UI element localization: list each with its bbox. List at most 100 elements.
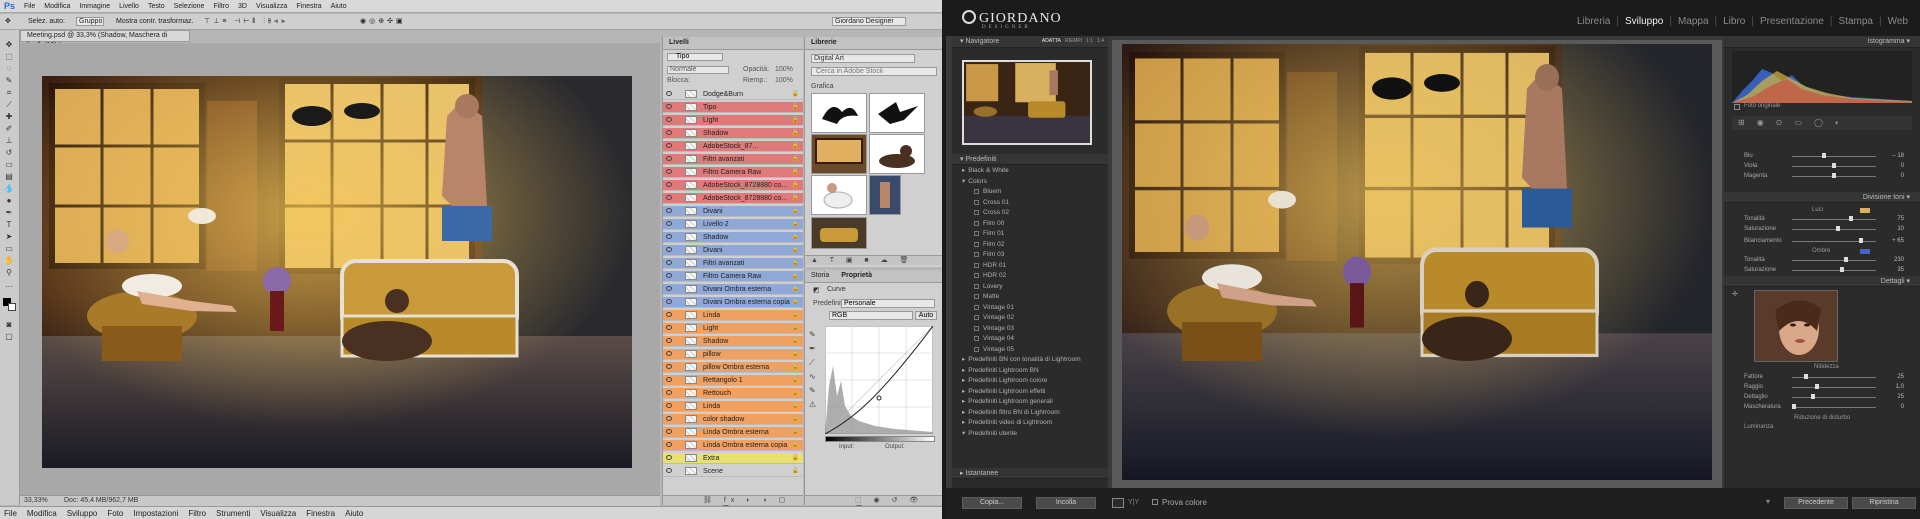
paste-button[interactable]: Incolla: [1036, 497, 1096, 509]
preset-item[interactable]: Film 02: [952, 240, 1004, 250]
layer-row[interactable]: pillow Ombra esterna 🔒: [663, 362, 803, 373]
library-item-windows[interactable]: [811, 134, 867, 174]
layer-row[interactable]: Filtri avanzati 🔒: [663, 154, 803, 165]
library-item-crow[interactable]: [869, 93, 925, 133]
original-photo-checkbox[interactable]: [1734, 104, 1740, 110]
eraser-icon[interactable]: ▭: [3, 160, 15, 170]
preset-arrow-icon[interactable]: ▸: [962, 419, 965, 426]
ps-menu-testo[interactable]: Testo: [148, 3, 165, 10]
document-tab[interactable]: Meeting.psd @ 33,3% (Shadow, Maschera di…: [20, 30, 190, 49]
bottom-menu-strumenti[interactable]: Strumenti: [216, 509, 250, 518]
preset-item[interactable]: Film 00: [952, 219, 1004, 229]
eye-icon[interactable]: [666, 468, 672, 473]
screen-mode-icon[interactable]: ▢: [3, 332, 15, 342]
layer-row[interactable]: Rettangolo 1 🔒: [663, 375, 803, 386]
eye-icon[interactable]: [666, 442, 672, 447]
layer-row[interactable]: Divani 🔒: [663, 245, 803, 256]
layer-row[interactable]: Linda Ombra esterna copia 🔒: [663, 440, 803, 451]
bottom-menu-sviluppo[interactable]: Sviluppo: [67, 509, 98, 518]
slider-value[interactable]: 0: [1901, 403, 1904, 411]
slider-knob[interactable]: [1811, 394, 1815, 399]
brush-tool-icon[interactable]: ✐: [3, 124, 15, 134]
slider-value[interactable]: – 18: [1892, 152, 1904, 160]
shape-tool-icon[interactable]: ▭: [3, 244, 15, 254]
preset-item[interactable]: ▸ Predefiniti video di Lightroom: [952, 418, 1052, 428]
layer-row[interactable]: Rettouch 🔒: [663, 388, 803, 399]
history-brush-icon[interactable]: ↺: [3, 148, 15, 158]
preset-item[interactable]: Bluem: [952, 187, 1001, 197]
snapshots-header[interactable]: ▸ Istantanee: [952, 468, 1108, 479]
preset-item[interactable]: Vintage 04: [952, 334, 1014, 344]
layer-row[interactable]: Divani 🔒: [663, 206, 803, 217]
layer-row[interactable]: Shadow 🔒: [663, 336, 803, 347]
eye-icon[interactable]: [666, 130, 672, 135]
detail-preview[interactable]: [1754, 290, 1838, 362]
preset-arrow-icon[interactable]: ▸: [962, 367, 965, 374]
preset-item[interactable]: ▸ Predefiniti Lightroom effetti: [952, 387, 1045, 397]
path-select-icon[interactable]: ➤: [3, 232, 15, 242]
preset-item[interactable]: Vintage 05: [952, 345, 1014, 355]
preset-item[interactable]: Vintage 03: [952, 324, 1014, 334]
gradient-tool-icon[interactable]: ▤: [3, 172, 15, 182]
ps-menu-aiuto[interactable]: Aiuto: [331, 3, 347, 10]
split-toning-header[interactable]: Divisione toni ▾: [1724, 192, 1920, 203]
slider-track[interactable]: [1792, 407, 1876, 408]
auto-select-label[interactable]: Selez. auto:: [28, 17, 65, 26]
opacity-value[interactable]: 100%: [775, 66, 793, 74]
navigator-header[interactable]: ▾ Navigatore ADATTA RIEMPI 1:1 1:4: [952, 36, 1108, 48]
module-sviluppo[interactable]: Sviluppo: [1625, 16, 1663, 27]
eye-icon[interactable]: [666, 91, 672, 96]
module-mappa[interactable]: Mappa: [1678, 16, 1709, 27]
zoom-tool-icon[interactable]: ⚲: [3, 268, 15, 278]
slider-value[interactable]: 25: [1897, 393, 1904, 401]
bottom-menu-visualizza[interactable]: Visualizza: [260, 509, 296, 518]
module-web[interactable]: Web: [1888, 16, 1908, 27]
move-tool-icon[interactable]: ✥: [3, 40, 15, 50]
tab-history[interactable]: Storia: [811, 270, 829, 282]
ps-menu-3d[interactable]: 3D: [238, 3, 247, 10]
lr-main-photo[interactable]: [1122, 44, 1712, 480]
eye-icon[interactable]: [666, 455, 672, 460]
slider-value[interactable]: + 65: [1892, 237, 1904, 245]
bottom-menu-aiuto[interactable]: Aiuto: [345, 509, 363, 518]
workspace-dropdown[interactable]: Giordano Designer: [832, 17, 906, 26]
dodge-tool-icon[interactable]: ●: [3, 196, 15, 206]
ps-menu-filtro[interactable]: Filtro: [213, 3, 229, 10]
layer-row[interactable]: Linda 🔒: [663, 310, 803, 321]
preset-item[interactable]: Matte: [952, 292, 999, 302]
blur-tool-icon[interactable]: 💧: [3, 184, 15, 194]
tab-properties[interactable]: Proprietà: [841, 270, 872, 282]
preset-dropdown[interactable]: Personale: [841, 299, 935, 308]
eye-icon[interactable]: [666, 377, 672, 382]
eye-icon[interactable]: [666, 156, 672, 161]
preset-arrow-icon[interactable]: ▸: [962, 377, 965, 384]
libraries-panel-title[interactable]: Librerie: [805, 37, 942, 50]
blend-mode-dropdown[interactable]: Normale: [667, 66, 729, 74]
3d-mode-buttons[interactable]: ◉◎⊕✣▣: [360, 17, 406, 26]
layer-row[interactable]: Extra 🔒: [663, 453, 803, 464]
layer-row[interactable]: pillow 🔒: [663, 349, 803, 360]
eye-icon[interactable]: [666, 351, 672, 356]
stock-search-input[interactable]: Cerca in Adobe Stock: [811, 67, 937, 76]
toolbar-menu-icon[interactable]: ▾: [1766, 497, 1770, 506]
ps-menu-visualizza[interactable]: Visualizza: [256, 3, 287, 10]
eye-icon[interactable]: [666, 364, 672, 369]
lasso-tool-icon[interactable]: ◌: [3, 64, 15, 74]
layer-row[interactable]: Divani Ombra esterna copia 🔒: [663, 297, 803, 308]
healing-brush-icon[interactable]: ✚: [3, 112, 15, 122]
slider-track[interactable]: [1792, 219, 1876, 220]
library-dropdown[interactable]: Digital Art: [811, 54, 915, 63]
bottom-menu-modifica[interactable]: Modifica: [27, 509, 57, 518]
layer-row[interactable]: Filtro Camera Raw 🔒: [663, 271, 803, 282]
shadows-color-swatch[interactable]: [1860, 249, 1870, 254]
layer-row[interactable]: Tipo 🔒: [663, 102, 803, 113]
slider-value[interactable]: 10: [1897, 225, 1904, 233]
eyedropper-icon[interactable]: ⟋: [3, 100, 15, 110]
layers-panel-title[interactable]: Livelli: [663, 37, 803, 50]
background-color-swatch[interactable]: [8, 303, 16, 311]
slider-knob[interactable]: [1840, 267, 1845, 272]
layer-row[interactable]: Scene 🔒: [663, 466, 803, 477]
hand-tool-icon[interactable]: ✋: [3, 256, 15, 266]
preset-arrow-icon[interactable]: ▸: [962, 356, 965, 363]
layer-actions-bar[interactable]: ⛓ fx ◐ ◑ ▢ ▣ 🗑: [663, 495, 803, 513]
